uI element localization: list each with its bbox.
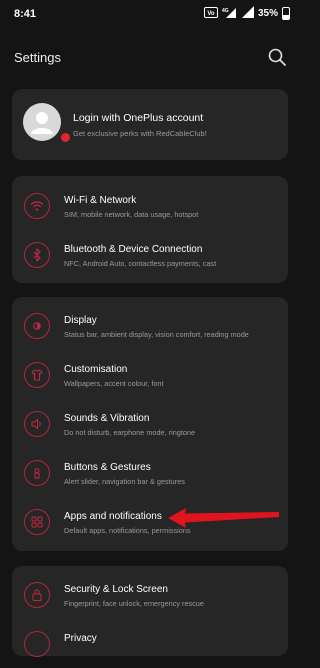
wifi-icon [24, 193, 50, 219]
settings-item-display[interactable]: Display Status bar, ambient display, vis… [12, 304, 288, 350]
item-subtitle: Do not disturb, earphone mode, ringtone [64, 428, 196, 437]
gesture-icon [24, 460, 50, 486]
item-label: Display [64, 315, 97, 326]
lock-icon [24, 582, 50, 608]
svg-text:4G: 4G [222, 8, 229, 14]
item-subtitle: SIM, mobile network, data usage, hotspot [64, 210, 199, 219]
status-time: 8:41 [14, 8, 37, 20]
display-icon [24, 313, 50, 339]
item-subtitle: Wallpapers, accent colour, font [64, 379, 164, 388]
item-subtitle: Status bar, ambient display, vision comf… [64, 330, 249, 339]
settings-item-wifi-network[interactable]: Wi-Fi & Network SIM, mobile network, dat… [12, 184, 288, 230]
item-label: Privacy [64, 633, 97, 644]
account-title: Login with OnePlus account [73, 112, 204, 124]
item-subtitle: NFC, Android Auto, contactless payments,… [64, 259, 217, 268]
battery-icon [282, 7, 290, 20]
settings-item-apps-notifications[interactable]: Apps and notifications Default apps, not… [12, 500, 288, 546]
settings-item-sounds[interactable]: Sounds & Vibration Do not disturb, earph… [12, 402, 288, 448]
volte-icon: Vo [203, 6, 218, 21]
app-header: Settings [0, 40, 300, 76]
network-group: Wi-Fi & Network SIM, mobile network, dat… [12, 176, 288, 283]
signal-icon [241, 6, 254, 21]
battery-percent: 35% [257, 8, 278, 19]
item-label: Customisation [64, 364, 128, 375]
settings-item-privacy[interactable]: Privacy [12, 622, 288, 668]
account-card[interactable]: Login with OnePlus account Get exclusive… [12, 89, 288, 160]
notification-dot [59, 131, 72, 144]
account-subtitle: Get exclusive perks with RedCableClub! [73, 129, 207, 138]
settings-item-customisation[interactable]: Customisation Wallpapers, accent colour,… [12, 353, 288, 399]
tshirt-icon [24, 362, 50, 388]
item-label: Wi-Fi & Network [64, 195, 137, 206]
speaker-icon [24, 411, 50, 437]
item-subtitle: Default apps, notifications, permissions [64, 526, 191, 535]
bluetooth-icon [24, 242, 50, 268]
item-label: Apps and notifications [64, 511, 162, 522]
settings-item-buttons-gestures[interactable]: Buttons & Gestures Alert slider, navigat… [12, 451, 288, 497]
page-title: Settings [14, 50, 61, 65]
item-subtitle: Fingerprint, face unlock, emergency resc… [64, 599, 204, 608]
item-label: Buttons & Gestures [64, 462, 151, 473]
personalisation-group: Display Status bar, ambient display, vis… [12, 297, 288, 551]
security-group: Security & Lock Screen Fingerprint, face… [12, 566, 288, 657]
item-label: Security & Lock Screen [64, 584, 168, 595]
settings-item-security[interactable]: Security & Lock Screen Fingerprint, face… [12, 573, 288, 619]
item-label: Bluetooth & Device Connection [64, 244, 203, 255]
mobile-signal-icon: 4G [222, 6, 238, 21]
search-icon[interactable] [266, 46, 288, 68]
status-icons: Vo 4G 35% [203, 6, 290, 21]
apps-grid-icon [24, 509, 50, 535]
svg-text:Vo: Vo [207, 11, 215, 17]
item-label: Sounds & Vibration [64, 413, 150, 424]
item-subtitle: Alert slider, navigation bar & gestures [64, 477, 185, 486]
settings-item-bluetooth[interactable]: Bluetooth & Device Connection NFC, Andro… [12, 233, 288, 279]
status-bar: 8:41 Vo 4G 35% [0, 0, 300, 26]
privacy-icon [24, 631, 50, 657]
avatar [23, 103, 61, 141]
